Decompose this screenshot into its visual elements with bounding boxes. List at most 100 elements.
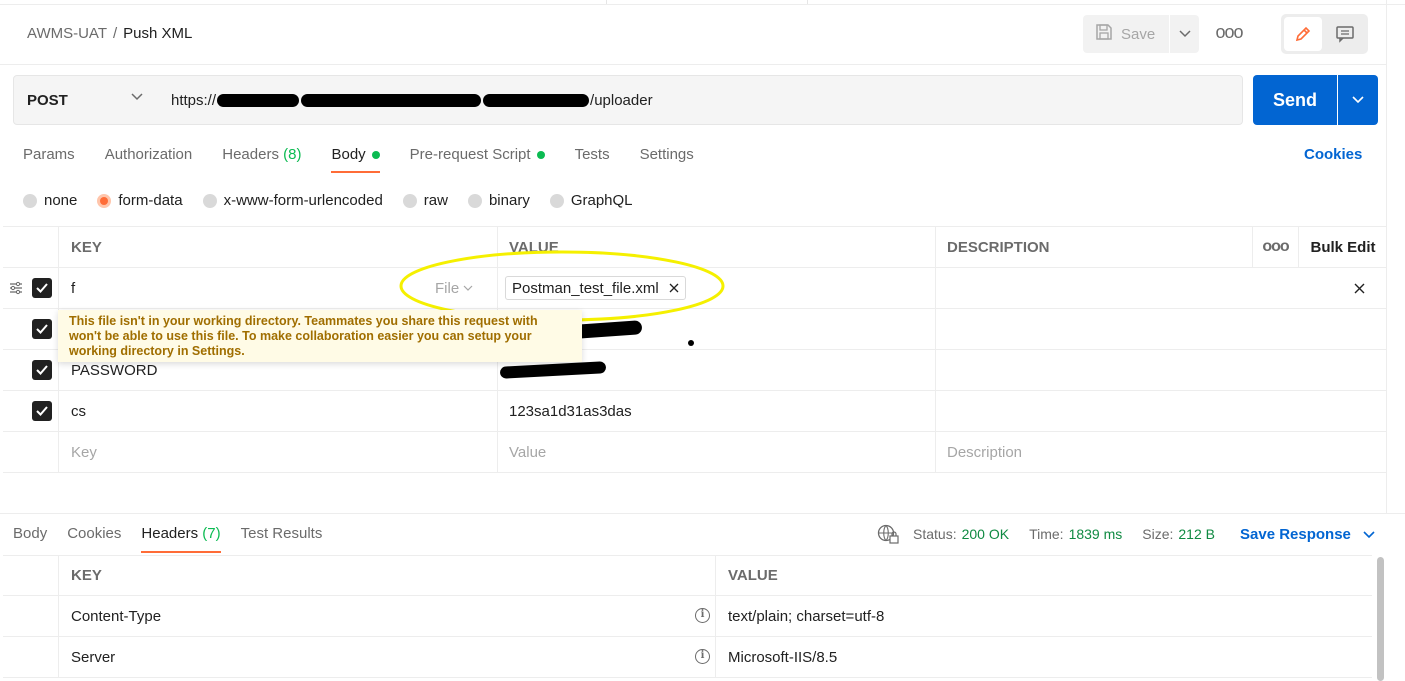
body-type-raw[interactable]: raw <box>402 192 448 209</box>
radio-icon <box>23 193 37 208</box>
size-value[interactable]: 212 B <box>1178 526 1215 542</box>
tab-edge <box>606 0 808 4</box>
method-select[interactable]: POST <box>13 75 158 125</box>
save-icon <box>1095 23 1113 45</box>
description-field[interactable] <box>936 309 1387 349</box>
drag-handle-icon[interactable] <box>9 281 23 295</box>
redaction-mark <box>217 93 300 107</box>
tab-headers[interactable]: Headers (8) <box>222 146 301 173</box>
header-value: text/plain; charset=utf-8 <box>728 607 885 625</box>
url-suffix: /uploader <box>590 91 653 109</box>
send-button[interactable]: Send <box>1253 75 1337 125</box>
check-icon <box>36 324 48 334</box>
response-tab-headers[interactable]: Headers (7) <box>141 525 221 553</box>
size-label: Size: <box>1142 526 1174 542</box>
chevron-down-icon <box>1178 30 1191 38</box>
breadcrumb: AWMS-UAT / Push XML <box>27 25 192 42</box>
new-key-input[interactable]: Key <box>59 432 498 472</box>
redaction-mark <box>301 93 482 107</box>
status-label: Status: <box>913 526 957 542</box>
new-description-input[interactable]: Description <box>936 432 1387 472</box>
save-response-button[interactable]: Save Response <box>1240 526 1375 543</box>
description-field[interactable] <box>936 391 1387 431</box>
response-status-bar: Status: 200 OK Time: 1839 ms Size: 212 B <box>877 524 1215 544</box>
globe-lock-icon[interactable] <box>877 524 899 544</box>
more-actions-button[interactable]: ooo <box>1215 23 1243 44</box>
tab-pre-request-script[interactable]: Pre-request Script <box>410 146 545 173</box>
info-icon[interactable]: i <box>695 608 710 623</box>
table-row: Content-Type i text/plain; charset=utf-8 <box>3 596 1372 637</box>
chevron-down-icon <box>131 93 143 101</box>
scrollbar[interactable] <box>1377 557 1384 681</box>
headers-count: (8) <box>283 146 302 163</box>
response-tab-cookies[interactable]: Cookies <box>67 525 121 553</box>
request-tabs: Params Authorization Headers (8) Body Pr… <box>23 146 724 173</box>
redaction-mark <box>688 340 694 346</box>
send-options-button[interactable] <box>1338 75 1378 125</box>
request-name[interactable]: Push XML <box>123 25 192 42</box>
script-indicator-dot <box>536 151 545 160</box>
breadcrumb-workspace[interactable]: AWMS-UAT <box>27 25 107 42</box>
header-key: Server i <box>59 637 716 677</box>
row-enabled-checkbox[interactable] <box>32 360 52 380</box>
response-tab-body[interactable]: Body <box>13 525 47 553</box>
info-icon[interactable]: i <box>695 649 710 664</box>
edit-mode-button[interactable] <box>1284 17 1322 51</box>
table-header: KEY VALUE <box>3 555 1372 596</box>
tab-authorization[interactable]: Authorization <box>105 146 193 173</box>
url-prefix: https:// <box>171 91 217 109</box>
radio-icon <box>549 193 564 208</box>
redaction-mark <box>499 361 607 379</box>
redaction-mark <box>483 93 590 107</box>
new-value-input[interactable]: Value <box>498 432 936 472</box>
pencil-icon <box>1295 26 1311 42</box>
body-type-graphql[interactable]: GraphQL <box>549 192 633 209</box>
tab-params[interactable]: Params <box>23 146 75 173</box>
comment-icon <box>1336 26 1354 43</box>
description-field[interactable] <box>936 350 1387 390</box>
row-enabled-checkbox[interactable] <box>32 401 52 421</box>
body-type-binary[interactable]: binary <box>467 192 530 209</box>
chevron-down-icon <box>1352 96 1364 104</box>
header-key: Content-Type i <box>59 596 716 636</box>
body-type-selector: none form-data x-www-form-urlencoded raw… <box>23 192 653 209</box>
check-icon <box>36 283 48 293</box>
tab-tests[interactable]: Tests <box>575 146 610 173</box>
chevron-down-icon <box>1363 530 1375 538</box>
value-field[interactable]: 123sa1d31as3das <box>498 391 936 431</box>
key-field[interactable]: cs <box>59 391 498 431</box>
header-value: Microsoft-IIS/8.5 <box>728 648 838 666</box>
body-type-none[interactable]: none <box>23 192 77 209</box>
row-enabled-checkbox[interactable] <box>32 319 52 339</box>
delete-row-icon[interactable] <box>1354 283 1365 294</box>
column-header-key: KEY <box>59 556 716 595</box>
breadcrumb-separator: / <box>113 25 118 42</box>
save-options-button[interactable] <box>1170 15 1199 53</box>
tab-body[interactable]: Body <box>331 146 380 173</box>
body-type-urlencoded[interactable]: x-www-form-urlencoded <box>202 192 383 209</box>
response-tab-test-results[interactable]: Test Results <box>241 525 323 553</box>
divider <box>0 513 1405 514</box>
column-header-value: VALUE <box>728 567 778 584</box>
table-row: Server i Microsoft-IIS/8.5 <box>3 637 1372 678</box>
column-options-button[interactable]: ooo <box>1253 227 1299 267</box>
response-headers-count: (7) <box>202 525 221 542</box>
tab-settings[interactable]: Settings <box>640 146 694 173</box>
body-type-form-data[interactable]: form-data <box>97 192 183 209</box>
comments-button[interactable] <box>1326 17 1364 51</box>
divider <box>0 64 1387 65</box>
cookies-link[interactable]: Cookies <box>1304 146 1362 163</box>
row-enabled-checkbox[interactable] <box>32 278 52 298</box>
body-indicator-dot <box>371 151 380 160</box>
status-value[interactable]: 200 OK <box>962 526 1009 542</box>
description-field[interactable] <box>936 268 1387 308</box>
url-input[interactable]: https:// /uploader <box>157 75 1243 125</box>
save-button[interactable]: Save <box>1083 15 1169 53</box>
response-tabs: Body Cookies Headers (7) Test Results <box>13 525 342 553</box>
column-header-description: DESCRIPTION <box>936 227 1253 267</box>
radio-icon <box>467 193 482 208</box>
time-value[interactable]: 1839 ms <box>1069 526 1123 542</box>
check-icon <box>36 365 48 375</box>
bulk-edit-button[interactable]: Bulk Edit <box>1299 227 1387 267</box>
time-label: Time: <box>1029 526 1064 542</box>
